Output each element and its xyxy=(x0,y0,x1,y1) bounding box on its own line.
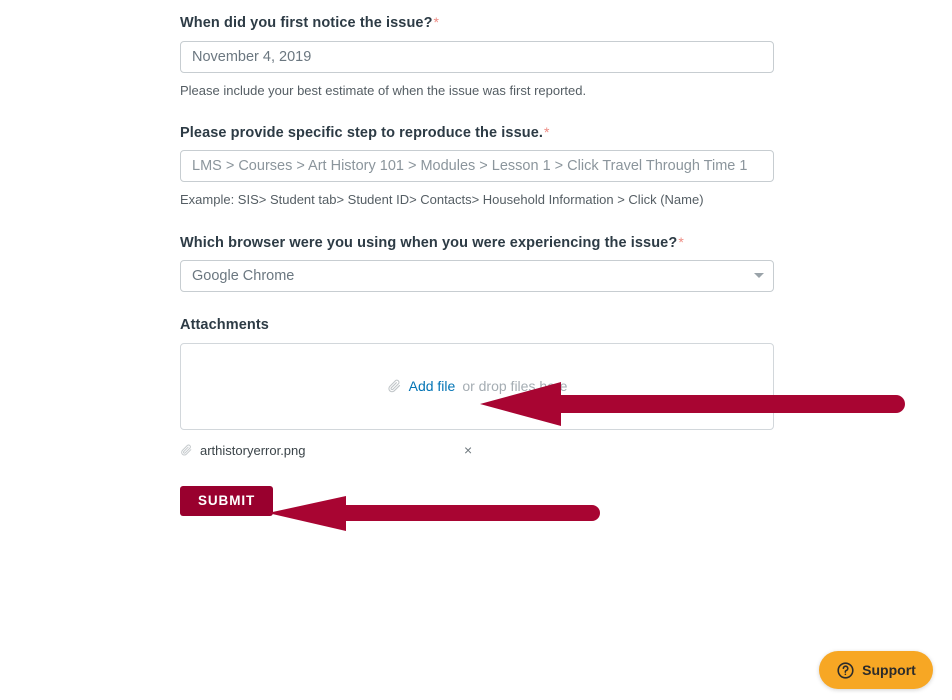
required-asterisk: * xyxy=(433,14,440,30)
browser-select[interactable] xyxy=(180,260,774,293)
field-steps-to-reproduce: Please provide specific step to reproduc… xyxy=(180,123,774,210)
field-browser-label-text: Which browser were you using when you we… xyxy=(180,234,678,251)
submit-row: SUBMIT xyxy=(180,485,774,516)
field-first-noticed-label-text: When did you first notice the issue? xyxy=(180,15,433,31)
support-widget-button[interactable]: Support xyxy=(819,651,933,689)
attachment-list-item: arthistoryerror.png × xyxy=(180,442,774,460)
field-steps-label: Please provide specific step to reproduc… xyxy=(180,123,774,144)
paperclip-icon xyxy=(180,443,193,458)
field-first-noticed-label: When did you first notice the issue?* xyxy=(180,13,774,34)
attachment-dropzone[interactable]: Add file or drop files here xyxy=(180,342,774,430)
field-attachments: Attachments Add file or drop files here xyxy=(180,316,774,460)
support-widget-label: Support xyxy=(862,662,916,678)
required-asterisk: * xyxy=(678,233,684,250)
form-page: When did you first notice the issue?* Pl… xyxy=(0,0,952,700)
question-mark-circle-icon xyxy=(836,661,855,680)
first-noticed-input[interactable] xyxy=(180,40,774,73)
submit-button[interactable]: SUBMIT xyxy=(180,485,274,516)
first-noticed-helper-text: Please include your best estimate of whe… xyxy=(180,82,587,98)
attachment-file-name: arthistoryerror.png xyxy=(200,443,306,459)
field-browser-label: Which browser were you using when you we… xyxy=(180,233,774,254)
drop-files-hint: or drop files here xyxy=(462,378,568,395)
paperclip-icon xyxy=(387,378,402,395)
dropzone-inner: Add file or drop files here xyxy=(387,378,568,395)
add-file-link[interactable]: Add file xyxy=(409,378,456,394)
field-steps-label-text: Please provide specific step to reproduc… xyxy=(180,124,543,141)
steps-to-reproduce-input[interactable] xyxy=(180,150,774,183)
browser-select-wrap xyxy=(180,260,774,293)
attachments-label: Attachments xyxy=(180,317,269,334)
required-asterisk: * xyxy=(544,123,550,140)
field-browser: Which browser were you using when you we… xyxy=(180,233,774,293)
support-request-form: When did you first notice the issue?* Pl… xyxy=(180,0,774,516)
remove-attachment-button[interactable]: × xyxy=(464,441,472,459)
field-first-noticed: When did you first notice the issue?* Pl… xyxy=(180,13,774,100)
steps-helper-text: Example: SIS> Student tab> Student ID> C… xyxy=(180,192,704,208)
